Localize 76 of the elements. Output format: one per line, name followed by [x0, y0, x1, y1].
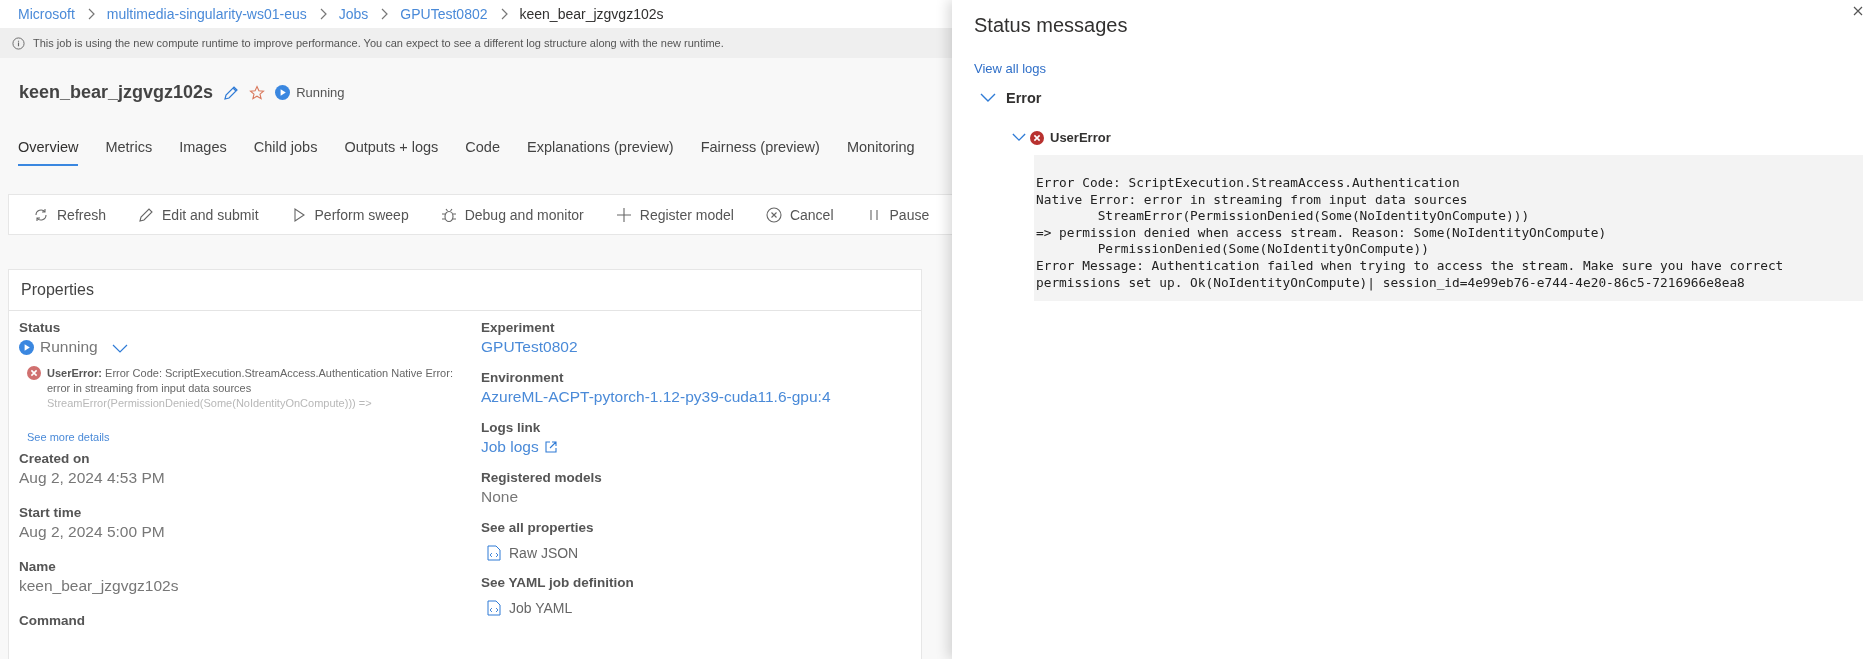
info-icon — [12, 36, 25, 50]
card-title: Properties — [9, 270, 921, 311]
chevron-icon[interactable] — [980, 93, 996, 103]
plus-icon — [615, 206, 632, 223]
property-label: Status — [19, 320, 62, 335]
property-label: Start time — [19, 505, 83, 520]
chevron-icon[interactable] — [1012, 133, 1026, 142]
error-label: UserError — [1050, 130, 1111, 145]
refresh-icon — [33, 206, 49, 223]
breadcrumb-link[interactable]: GPUTest0802 — [400, 6, 488, 22]
file-link[interactable]: Raw JSON — [487, 545, 911, 561]
job-title: keen_bear_jzgvgz102s — [19, 82, 214, 103]
view-logs-link[interactable]: View all logs — [974, 61, 1047, 76]
breadcrumb-link[interactable]: Jobs — [338, 6, 369, 22]
error-message: UserError: Error Code: ScriptExecution.StreamAccess.Authentication Native Error: error in streaming from input data sources — [47, 366, 454, 396]
breadcrumb-link[interactable]: multimedia-singularity-ws01-eus — [106, 6, 307, 22]
property-link[interactable]: GPUTest0802 — [481, 338, 578, 355]
property-label: Command — [19, 613, 86, 628]
breadcrumb-link[interactable]: Microsoft — [18, 6, 75, 22]
chevron-icon — [318, 8, 327, 20]
file-code-icon — [487, 545, 501, 561]
toolbar-button[interactable]: Pause — [861, 202, 934, 227]
file-link[interactable]: Job YAML — [487, 600, 911, 616]
toolbar-button[interactable]: Refresh — [29, 202, 111, 227]
see-more-link[interactable]: See more details — [27, 431, 481, 443]
tab[interactable]: Explanations (preview) — [527, 139, 674, 166]
tab[interactable]: Child jobs — [253, 139, 318, 166]
info-text: This job is using the new compute runtime to improve performance. You can expect to see a different log structure along with the new runtime. — [33, 37, 724, 49]
property-label: Name — [19, 559, 57, 574]
pencil-icon — [138, 206, 155, 223]
error-icon — [27, 366, 41, 380]
tab[interactable]: Code — [465, 139, 500, 166]
running-icon — [275, 85, 291, 100]
property-label: See all properties — [481, 520, 595, 535]
chevron-icon — [499, 8, 508, 20]
property-value: Running — [40, 338, 98, 356]
property-link[interactable]: Job logs — [481, 438, 539, 456]
bug-icon — [440, 206, 457, 223]
tab[interactable]: Metrics — [105, 139, 153, 166]
property-label: Created on — [19, 451, 91, 466]
error-message-faded: StreamError(PermissionDenied(Some(NoIdentityOnCompute))) => — [47, 396, 373, 411]
file-code-icon — [487, 600, 501, 616]
toolbar-button[interactable]: Debug and monitor — [436, 202, 588, 227]
panel-title: Status messages — [974, 14, 1128, 37]
property-label: Logs link — [481, 420, 542, 435]
status-text: Running — [296, 85, 345, 100]
property-link[interactable]: AzureML-ACPT-pytorch-1.12-py39-cuda11.6-gpu:4 — [481, 388, 831, 405]
property-label: See YAML job definition — [481, 575, 635, 590]
star-icon[interactable] — [249, 84, 266, 101]
error-icon — [1030, 130, 1044, 145]
toolbar-button[interactable]: Cancel — [761, 202, 838, 227]
tab[interactable]: Outputs + logs — [344, 139, 439, 166]
property-label: Registered models — [481, 470, 603, 485]
running-icon — [19, 339, 34, 355]
section-label: Error — [1006, 90, 1042, 106]
cancel-icon — [765, 206, 782, 223]
chevron-icon — [380, 8, 389, 20]
breadcrumb-link[interactable]: keen_bear_jzgvgz102s — [519, 6, 664, 22]
property-value: keen_bear_jzgvgz102s — [19, 577, 180, 595]
property-label: Experiment — [481, 320, 556, 335]
property-value: None — [481, 488, 520, 506]
toolbar-button[interactable]: Perform sweep — [286, 202, 413, 227]
property-label: Environment — [481, 370, 565, 385]
property-value: Aug 2, 2024 4:53 PM — [19, 469, 166, 487]
error-log: Error Code: ScriptExecution.StreamAccess.Authentication Native Error: error in streaming from input data sources StreamError(PermissionDenied(Some(NoIdentityOnCompute))) => permission denied when access stream. Reason: Some(NoIdentityOnCompute) PermissionDenied(Some(NoIdentityOnCompute)) Error Message: Authentication failed when trying to access the stream. Make sure you have correct permissions set up. Ok(NoIdentityOnCompute)| session_id=4e99eb76-e744-4e20-86c5-7216966e8ea8 — [1034, 155, 1863, 302]
tab[interactable]: Images — [179, 139, 227, 166]
tab[interactable]: Overview — [18, 139, 79, 166]
tab[interactable]: Fairness (preview) — [700, 139, 820, 166]
property-value: Aug 2, 2024 5:00 PM — [19, 523, 166, 541]
tab[interactable]: Monitoring — [846, 139, 915, 166]
external-link-icon — [544, 441, 557, 453]
chevron-down-icon[interactable] — [111, 344, 128, 354]
toolbar-button[interactable]: Edit and submit — [134, 202, 263, 227]
pencil-icon[interactable] — [223, 84, 240, 101]
chevron-icon — [86, 8, 95, 20]
toolbar-button[interactable]: Register model — [611, 202, 738, 227]
